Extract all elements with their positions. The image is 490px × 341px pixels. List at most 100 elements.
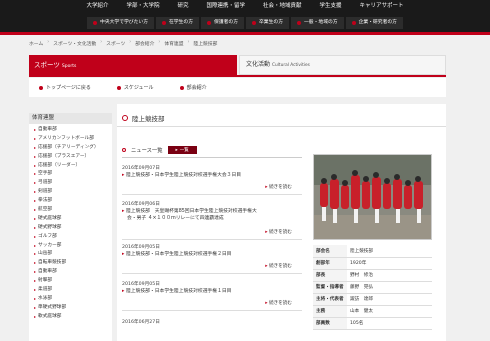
audience-link[interactable]: 在学生の方 [156,16,199,29]
arrow-icon: ▸ [34,233,37,239]
arrow-icon: ▸ [34,162,37,168]
sidebar-item[interactable]: ▸ 弓道部 [34,179,112,188]
table-row: 主将・代表者 諏訪 達郎 [313,293,432,306]
global-nav: 大学紹介 学部・大学院 研究 国際連携・留学 社会・地域貢献 学生支援 キャリア… [0,0,490,13]
bullet-icon [93,20,98,25]
sidebar-item-label: 準硬式野球部 [38,304,67,310]
breadcrumb-item[interactable]: ホーム [29,40,43,47]
news-entry: 2016年06月27日 [122,319,302,325]
arrow-icon: ▸ [34,224,37,230]
sidebar-item[interactable]: ▸ 準硬式野球部 [34,304,112,313]
sidebar-item[interactable]: ▸ 空手部 [34,170,112,179]
arrow-icon: ▸ [34,242,37,248]
divider [122,310,302,311]
table-row: 創部年 1920年 [313,257,432,270]
nav-item[interactable]: 学部・大学院 [117,0,168,13]
arrow-icon: ▸ [34,180,37,186]
arrow-icon: ▸ [34,313,37,319]
sidebar-item[interactable]: ▸ 柔道部 [34,286,112,295]
sidebar-item-label: 剣道部 [38,189,53,195]
audience-link[interactable]: 企業・研究者の方 [345,16,403,29]
sidebar-item[interactable]: ▸ サッカー部 [34,242,112,251]
sidebar-item[interactable]: ▸ 硬式庭球部 [34,215,112,224]
sidebar-item-label: 山岳部 [38,251,53,257]
sidebar-list: ▸ 自動車部 ▸ アメリカンフットボール部 ▸ 応援部（チアリーディング） ▸ 応援部（ブラス… [29,124,112,322]
tab-cultural[interactable]: 文化活動 Cultural Activities [239,55,446,75]
nav-item[interactable]: 研究 [168,0,197,13]
sidebar-item[interactable]: ▸ 水泳部 [34,295,112,304]
sidebar-item[interactable]: ▸ 自動車部 [34,268,112,277]
table-row: 部会名 陸上競技部 [313,245,432,258]
breadcrumb-item[interactable]: スポーツ [106,40,125,47]
divider [122,194,302,195]
list-button[interactable]: ▸ 一覧 [167,146,197,154]
club-intro-link[interactable]: 部会紹介 [179,84,207,91]
sidebar-item[interactable]: ▸ ゴルフ部 [34,233,112,242]
breadcrumb: ホーム › スポーツ・文化活動 › スポーツ › 部会紹介 › 体育連盟 › 陸上競技部 [29,40,217,47]
separator-icon: › [47,40,50,45]
sidebar-item-label: 硬式野球部 [38,224,62,230]
audience-nav: 中央大学で学びたい方 在学生の方 保護者の方 卒業生の方 一般・地域の方 企業・… [0,13,490,32]
tab-sports[interactable]: スポーツ Sports [29,55,237,75]
header-accent-bar [0,32,490,35]
breadcrumb-item[interactable]: スポーツ・文化活動 [53,40,96,47]
bullet-icon [252,20,256,25]
club-info-table: 部会名 陸上競技部 創部年 1920年 部長 野村 修治 監督・指導者 藤野 晃弘 主将… [313,245,432,330]
bullet-icon [297,20,301,25]
read-more-link[interactable]: ▸ 続きを読む [265,229,292,235]
arrow-icon: ▸ [34,153,37,159]
team-photo [313,154,432,240]
nav-item[interactable]: キャリアサポート [351,0,413,13]
audience-link[interactable]: 卒業生の方 [246,16,289,29]
audience-link[interactable]: 保護者の方 [201,16,244,29]
back-to-top-link[interactable]: トップページに戻る [39,84,91,91]
sidebar-item-label: 拳法部 [38,198,53,204]
sidebar-item[interactable]: ▸ 剣道部 [34,188,112,197]
nav-item[interactable]: 社会・地域貢献 [254,0,311,13]
divider [122,273,302,274]
sidebar-item[interactable]: ▸ 軟式庭球部 [34,313,112,322]
club-info: 部会名 陸上競技部 創部年 1920年 部長 野村 修治 監督・指導者 藤野 晃弘 主将… [313,245,432,330]
sidebar-item[interactable]: ▸ 自動車部 [34,126,112,135]
sidebar-item[interactable]: ▸ 応援部（ブラスエアー） [34,153,112,162]
nav-item[interactable]: 国際連携・留学 [197,0,254,13]
bullet-icon [39,85,43,90]
ring-icon [122,115,128,121]
read-more-link[interactable]: ▸ 続きを読む [265,300,292,306]
category-tabs: スポーツ Sports 文化活動 Cultural Activities [29,55,446,75]
sidebar-item[interactable]: ▸ 山岳部 [34,250,112,259]
sidebar-item[interactable]: ▸ アメリカンフットボール部 [34,135,112,144]
sidebar-item[interactable]: ▸ 拳法部 [34,197,112,206]
audience-link[interactable]: 中央大学で学びたい方 [87,16,154,29]
sidebar-item-label: 弓道部 [38,180,53,186]
news-title[interactable]: ▸ 陸上競技部・日本学生陸上競技対校選手権１日目 [122,289,302,296]
news-title[interactable]: ▸ 陸上競技部 天皇賜杯第85回日本学生陸上競技対校選手権大 会・男子 ４×１００… [122,209,302,222]
news-title[interactable]: ▸ 陸上競技部・日本学生陸上競技対校選手権大会３日目 [122,173,302,180]
sidebar-item-label: 応援部（ブラスエアー） [38,153,90,159]
arrow-icon: ▸ [34,215,37,221]
sidebar-item[interactable]: ▸ 硬式野球部 [34,224,112,233]
arrow-icon: ▸ [34,278,37,284]
table-row: 監督・指導者 藤野 晃弘 [313,281,432,294]
divider [122,239,302,240]
sidebar-item-label: 応援部（リーダー） [38,162,81,168]
breadcrumb-item[interactable]: 体育連盟 [164,40,183,47]
sidebar-item[interactable]: ▸ 射撃部 [34,277,112,286]
sidebar-item[interactable]: ▸ 応援部（チアリーディング） [34,144,112,153]
breadcrumb-item[interactable]: 部会紹介 [135,40,154,47]
news-date: 2016年09月05日 [122,245,160,250]
arrow-icon: ▸ [34,135,37,141]
arrow-icon: ▸ [34,171,37,177]
sidebar-item[interactable]: ▸ 自転車競技部 [34,259,112,268]
sidebar-item[interactable]: ▸ 応援部（リーダー） [34,162,112,171]
nav-item[interactable]: 学生支援 [311,0,351,13]
nav-item[interactable]: 大学紹介 [77,0,117,13]
main-content: 陸上競技部 ニュース一覧 ▸ 一覧 2016年09月07日 ▸ 陸上競技部・日本学… [117,104,446,341]
news-header: ニュース一覧 ▸ 一覧 [122,145,302,155]
news-title[interactable]: ▸ 陸上競技部・日本学生陸上競技対校選手権２日目 [122,252,302,259]
sidebar-item[interactable]: ▸ 航空部 [34,206,112,215]
audience-link[interactable]: 一般・地域の方 [291,16,344,29]
read-more-link[interactable]: ▸ 続きを読む [265,263,292,269]
schedule-link[interactable]: スケジュール [116,84,154,91]
read-more-link[interactable]: ▸ 続きを読む [265,184,292,190]
